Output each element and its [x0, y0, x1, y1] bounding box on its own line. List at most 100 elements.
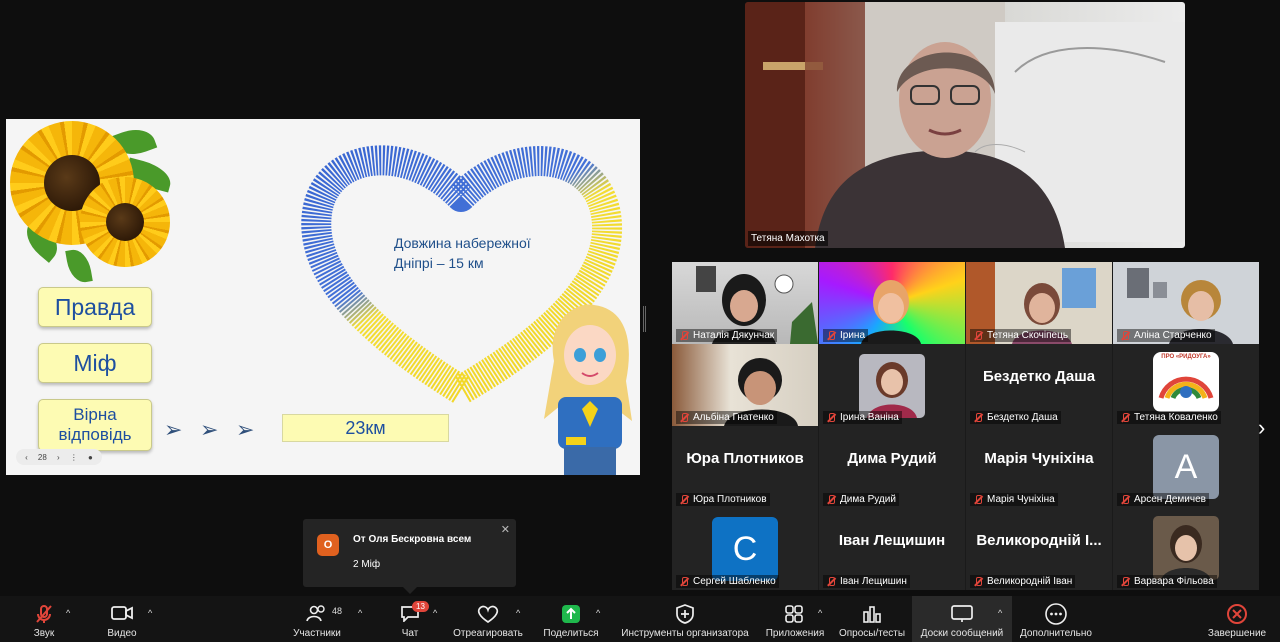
mic-muted-icon	[826, 576, 836, 587]
participant-tile[interactable]: Аліна Старченко	[1113, 262, 1259, 344]
slide-page-number: 28	[37, 452, 47, 462]
participant-name: Юра Плотников	[693, 494, 767, 505]
participants-label: Участники	[293, 628, 341, 639]
chat-notification[interactable]: О От Оля Бескровна всем 2 Міф ✕	[303, 519, 516, 594]
participant-photo	[1153, 516, 1219, 580]
chevron-up-icon[interactable]: ^	[148, 608, 152, 618]
participant-tile[interactable]: Марія Чуніхіна Марія Чуніхіна	[966, 426, 1112, 508]
end-meeting-button[interactable]: Завершение	[1204, 596, 1270, 642]
participant-tile[interactable]: Дима Рудий Дима Рудий	[819, 426, 965, 508]
myth-button[interactable]: Міф	[38, 343, 152, 383]
polls-button[interactable]: Опросы/тесты	[836, 596, 908, 642]
participant-tile[interactable]: ПРО «РИДОУГА» Тетяна Коваленко	[1113, 344, 1259, 426]
mic-muted-icon	[1120, 330, 1130, 341]
active-speaker-video[interactable]: Тетяна Махотка	[745, 2, 1185, 248]
participant-tile[interactable]: Великородній І... Великородній Іван	[966, 508, 1112, 590]
participant-tile[interactable]: Варвара Фільова	[1113, 508, 1259, 590]
participant-photo	[859, 354, 925, 418]
participant-name: Марія Чуніхіна	[987, 494, 1055, 505]
apps-button[interactable]: ^ Приложения	[762, 596, 828, 642]
chevron-up-icon[interactable]: ^	[998, 608, 1002, 618]
chevron-up-icon[interactable]: ^	[66, 608, 70, 618]
participant-tile[interactable]: Ірина Ваніна	[819, 344, 965, 426]
chevron-up-icon[interactable]: ^	[433, 608, 437, 618]
participant-logo: ПРО «РИДОУГА»	[1153, 352, 1219, 412]
participant-name: Арсен Демичев	[1134, 494, 1206, 505]
participant-display-name: Марія Чуніхіна	[984, 450, 1094, 467]
next-slide-icon[interactable]: ›	[57, 453, 60, 462]
mic-muted-icon	[679, 576, 689, 587]
speaker-name-tag: Тетяна Махотка	[748, 231, 828, 246]
mic-muted-icon	[973, 494, 983, 505]
participant-label: Арсен Демичев	[1117, 493, 1209, 506]
participant-name: Аліна Старченко	[1134, 330, 1212, 341]
chat-unread-badge: 13	[412, 601, 429, 612]
speaker-scene	[745, 2, 1185, 248]
participant-label: Аліна Старченко	[1117, 329, 1215, 342]
prev-slide-icon[interactable]: ‹	[25, 453, 28, 462]
participant-label: Альбіна Гнатенко	[676, 411, 777, 424]
share-button[interactable]: ^ Поделиться	[540, 596, 602, 642]
mic-muted-icon	[679, 330, 689, 341]
participant-name: Великородній Іван	[987, 576, 1073, 587]
participant-tile[interactable]: Тетяна Скочіпець	[966, 262, 1112, 344]
participant-name: Варвара Фільова	[1134, 576, 1214, 587]
apps-label: Приложения	[765, 628, 825, 639]
audio-label: Звук	[33, 628, 55, 639]
logo-text: ПРО «РИДОУГА»	[1161, 354, 1211, 360]
participant-tile[interactable]: Альбіна Гнатенко	[672, 344, 818, 426]
more-icon[interactable]: ⋮	[70, 453, 78, 462]
close-icon[interactable]: ✕	[501, 523, 510, 536]
participant-tile[interactable]: Наталія Дякунчак	[672, 262, 818, 344]
participant-name: Бездетко Даша	[987, 412, 1058, 423]
mic-muted-icon	[679, 494, 689, 505]
host-tools-button[interactable]: Инструменты организатора	[618, 596, 752, 642]
participant-gallery: Наталія Дякунчак Ірина Тетяна Скочіпець …	[672, 262, 1259, 590]
apps-icon	[785, 605, 803, 623]
next-page-icon[interactable]: ›	[1258, 415, 1265, 441]
more-icon	[1045, 603, 1067, 625]
participant-avatar: A	[1153, 435, 1219, 499]
more-label: Дополнительно	[1020, 628, 1092, 639]
participant-tile[interactable]: C Сергей Шабленко	[672, 508, 818, 590]
answer-bar: 23км	[282, 414, 449, 442]
chevron-up-icon[interactable]: ^	[516, 608, 520, 618]
audio-button[interactable]: ^ Звук	[18, 596, 70, 642]
participant-display-name: Великородній І...	[976, 532, 1102, 549]
heart-caption-line1: Довжина набережної	[394, 235, 531, 251]
chevron-up-icon[interactable]: ^	[596, 608, 600, 618]
chevron-up-icon[interactable]: ^	[358, 608, 362, 618]
split-handle[interactable]	[643, 306, 646, 332]
whiteboards-button[interactable]: ^ Доски сообщений	[912, 596, 1012, 642]
end-label: Завершение	[1207, 628, 1267, 639]
correct-answer-button[interactable]: Вірна відповідь	[38, 399, 152, 451]
participant-tile[interactable]: Бездетко Даша Бездетко Даша	[966, 344, 1112, 426]
participants-icon	[306, 605, 325, 622]
chat-button[interactable]: 13 ^ Чат	[390, 596, 437, 642]
mic-muted-icon	[973, 576, 983, 587]
participant-tile[interactable]: Іван Лещишин Іван Лещишин	[819, 508, 965, 590]
participant-name: Наталія Дякунчак	[693, 330, 775, 341]
participants-count: 48	[332, 606, 343, 616]
participant-tile[interactable]: Юра Плотников Юра Плотников	[672, 426, 818, 508]
react-button[interactable]: ^ Отреагировать	[452, 596, 524, 642]
chevron-up-icon[interactable]: ^	[818, 608, 822, 618]
mic-muted-icon	[679, 412, 689, 423]
participant-tile[interactable]: A Арсен Демичев	[1113, 426, 1259, 508]
truth-button[interactable]: Правда	[38, 287, 152, 327]
sender-avatar: О	[317, 534, 339, 556]
more-button[interactable]: Дополнительно	[1016, 596, 1096, 642]
whiteboard-icon	[951, 605, 973, 622]
arrow-right-icon: ➢	[236, 417, 255, 442]
participant-tile[interactable]: Ірина	[819, 262, 965, 344]
mic-muted-icon	[973, 412, 983, 423]
shield-icon	[676, 604, 694, 624]
participant-label: Ірина	[823, 329, 869, 342]
participant-label: Варвара Фільова	[1117, 575, 1217, 588]
arrow-right-icon: ➢	[164, 417, 183, 442]
video-button[interactable]: ^ Видео	[96, 596, 152, 642]
slide-navigator[interactable]: ‹ 28 › ⋮ ●	[16, 449, 102, 465]
participants-button[interactable]: 48 ^ Участники	[286, 596, 362, 642]
meeting-toolbar: ^ Звук ^ Видео 48 ^ Участники 13 ^ Чат ^…	[0, 596, 1280, 642]
info-icon[interactable]: ●	[88, 453, 93, 462]
